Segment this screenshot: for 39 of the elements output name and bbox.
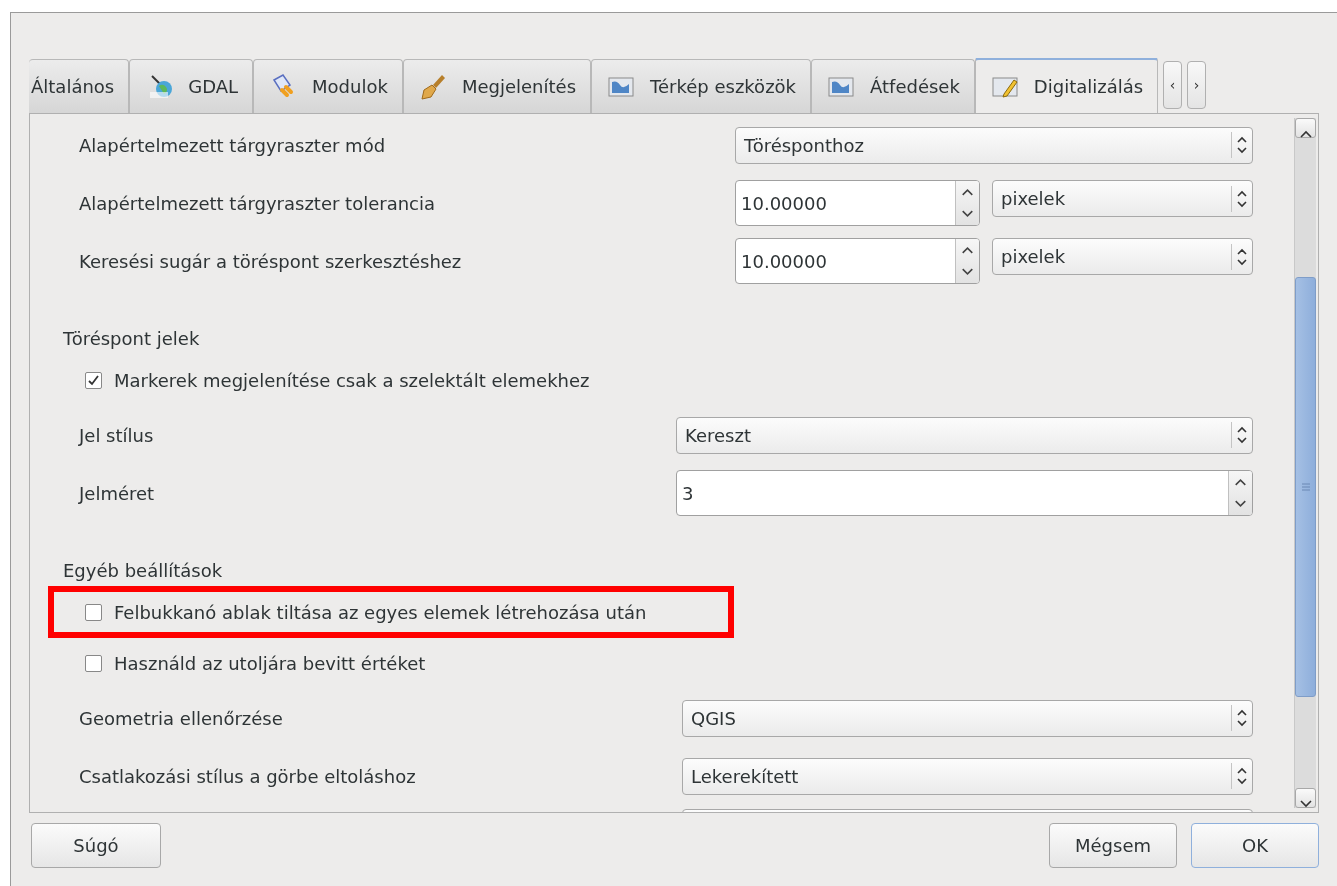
scrollbar-thumb[interactable] [1295, 277, 1316, 697]
spin-box[interactable]: 10.00000 [735, 180, 980, 226]
dialog-button[interactable]: Mégsem [1049, 823, 1177, 868]
dropdown[interactable]: Kereszt [676, 416, 1253, 454]
dropdown[interactable]: QGIS [682, 699, 1253, 737]
group-heading: Egyéb beállítások [62, 559, 224, 583]
tab[interactable]: Átfedések [811, 59, 975, 113]
checkbox[interactable] [85, 372, 102, 389]
checkbox-label: Felbukkanó ablak tiltása az egyes elemek létrehozása után [114, 600, 647, 625]
field-label: Keresési sugár a töréspont szerkesztéshez [78, 249, 463, 274]
group-heading: Töréspont jelek [62, 327, 201, 351]
dialog-button[interactable]: Súgó [31, 823, 161, 868]
dropdown[interactable]: Lekerekített [682, 757, 1253, 795]
tab-scroll-button[interactable]: ‹ [1163, 61, 1183, 109]
field-label: Geometria ellenőrzése [78, 706, 284, 731]
checkbox-label: Markerek megjelenítése csak a szelektált elemekhez [114, 369, 590, 393]
spin-box[interactable]: 3 [676, 470, 1253, 516]
field-label: Jelméret [77, 481, 156, 506]
tab[interactable]: Digitalizálás [974, 58, 1159, 113]
tab[interactable]: Modulok [253, 59, 403, 113]
checkbox-label: Használd az utoljára bevitt értéket [114, 652, 426, 676]
unit-dropdown[interactable]: pixelek [992, 180, 1253, 217]
tab[interactable]: GDAL [129, 59, 254, 113]
scrollbar[interactable] [1294, 118, 1316, 808]
field-label: Alapértelmezett tárgyraszter mód [78, 133, 387, 158]
tab[interactable]: Térkép eszközök [591, 59, 811, 113]
dialog-button[interactable]: OK [1191, 823, 1319, 868]
tab-scroll-button[interactable]: › [1187, 61, 1207, 109]
field-label: Alapértelmezett tárgyraszter tolerancia [78, 191, 437, 216]
grip-icon [1301, 483, 1310, 491]
field-label: Csatlakozási stílus a görbe eltoláshoz [78, 764, 417, 789]
tab[interactable]: Általános [29, 59, 130, 113]
dropdown[interactable]: Törésponthoz [735, 126, 1253, 164]
tab[interactable]: Megjelenítés [402, 59, 591, 113]
field-label: Jel stílus [77, 423, 155, 448]
spin-box[interactable]: 10.00000 [735, 238, 980, 284]
checkbox[interactable] [85, 655, 102, 672]
checkbox[interactable] [85, 603, 102, 621]
unit-dropdown[interactable]: pixelek [992, 238, 1253, 275]
